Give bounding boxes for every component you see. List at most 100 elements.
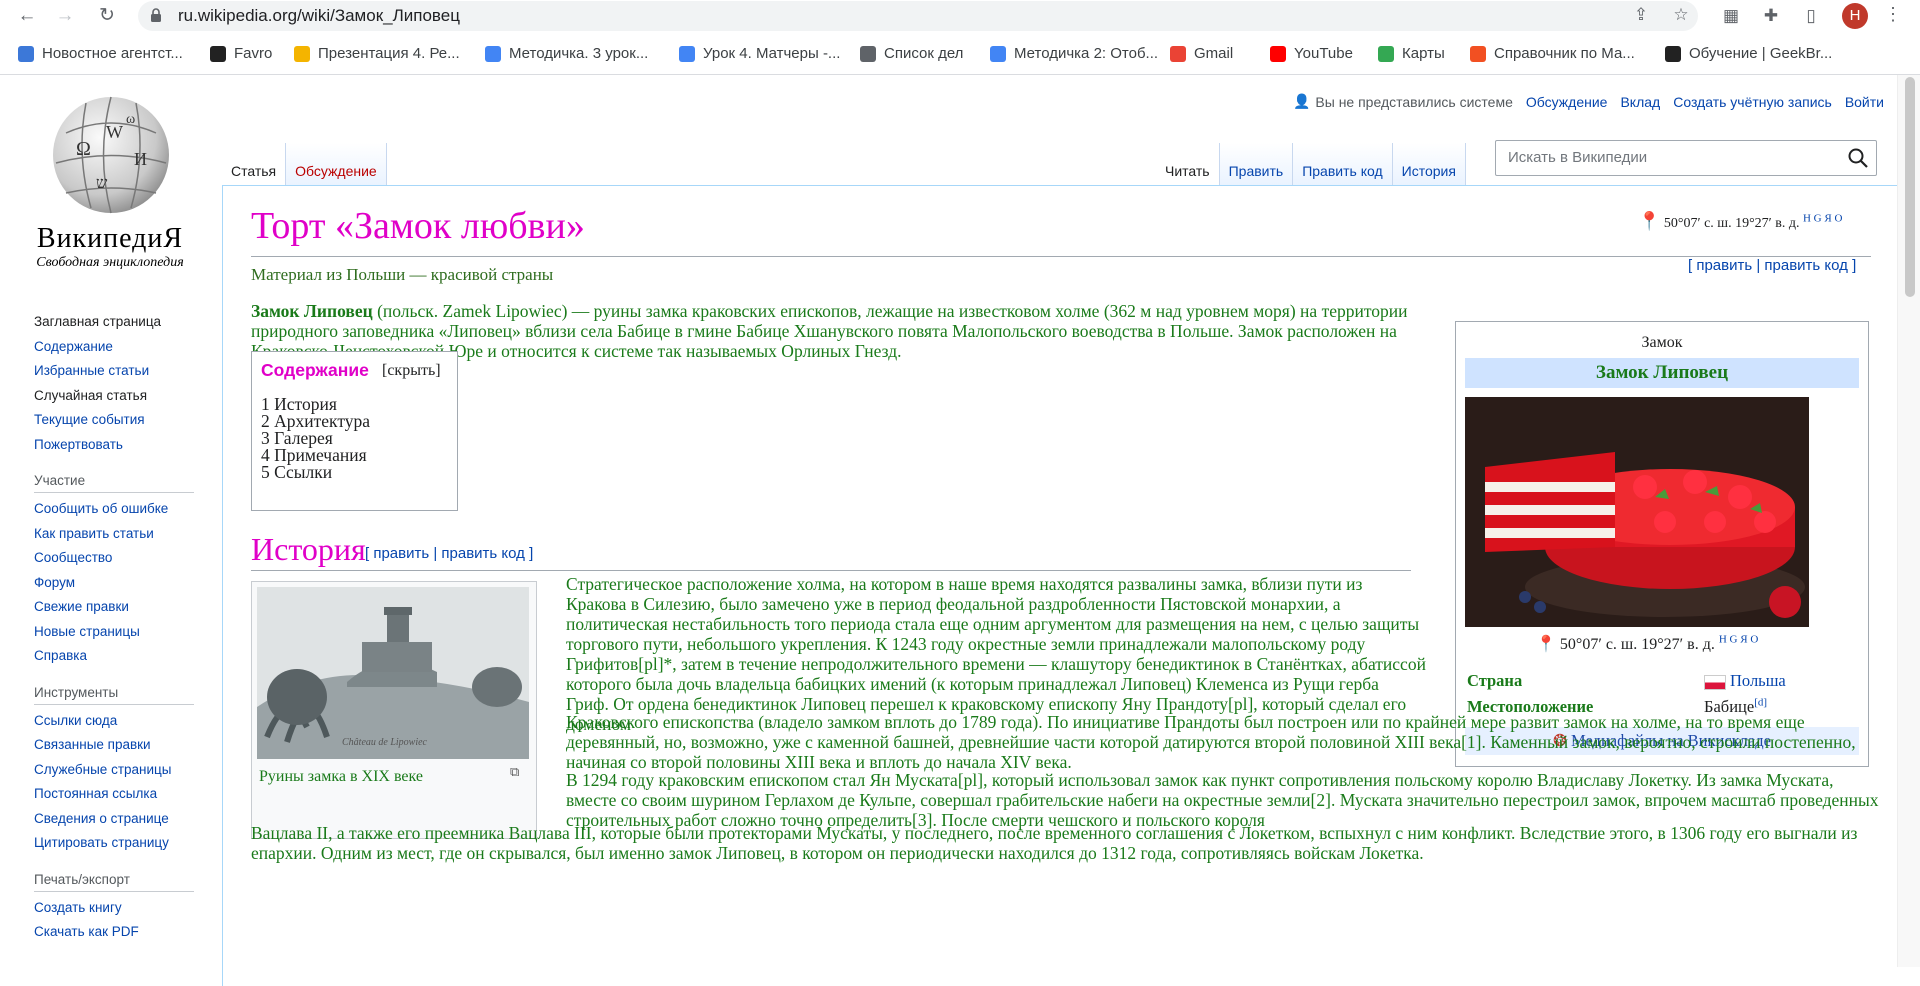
toc-item[interactable]: 5 Ссылки <box>261 462 332 483</box>
sidebar-tool-link[interactable]: Цитировать страницу <box>34 831 194 856</box>
bookmark-item[interactable]: Методичка 2: Отоб... <box>990 45 1158 62</box>
thumbnail: Château de Lipowiec Руины замка в XIX ве… <box>251 581 537 839</box>
contributions-link[interactable]: Вклад <box>1620 94 1660 110</box>
puzzle-globe-icon: Ω W И ש ω <box>53 96 169 214</box>
svg-text:Ω: Ω <box>76 138 91 160</box>
tab-history[interactable]: История <box>1392 143 1466 185</box>
bookmark-label: YouTube <box>1294 45 1353 62</box>
search-input[interactable] <box>1506 148 1830 167</box>
search-icon[interactable] <box>1846 146 1870 170</box>
tab-talk[interactable]: Обсуждение <box>286 143 387 185</box>
wikipedia-logo[interactable]: Ω W И ש ω ВикипедиЯ Свободная энциклопед… <box>30 93 190 270</box>
extensions-puzzle-icon[interactable]: ✚ <box>1759 4 1783 28</box>
bookmark-item[interactable]: Gmail <box>1170 45 1233 62</box>
infobox-country-value: Польша <box>1704 671 1786 691</box>
docs-icon <box>990 45 1006 62</box>
sidebar-nav-link[interactable]: Содержание <box>34 335 194 360</box>
sidebar-participation-link[interactable]: Новые страницы <box>34 620 194 645</box>
sidebar-nav-link[interactable]: Заглавная страница <box>34 310 194 335</box>
section-edit-links-text[interactable]: [ править | править код ] <box>365 545 533 562</box>
scrollbar-thumb[interactable] <box>1905 77 1915 297</box>
bookmark-label: Новостное агентст... <box>42 45 183 62</box>
bookmark-item[interactable]: Карты <box>1378 45 1445 62</box>
logo-wordmark: ВикипедиЯ <box>36 223 184 254</box>
page-scrollbar[interactable] <box>1897 75 1920 967</box>
bookmark-item[interactable]: Справочник по Ма... <box>1470 45 1635 62</box>
coordinates-top: 📍 50°07′ с. ш. 19°27′ в. д. H G Я O <box>1638 211 1842 232</box>
sidebar-participation-link[interactable]: Свежие правки <box>34 595 194 620</box>
bookmark-item[interactable]: Презентация 4. Ре... <box>294 45 460 62</box>
sidebar-tool-link[interactable]: Сведения о странице <box>34 807 194 832</box>
thumbnail-caption: Руины замка в XIX веке <box>259 768 423 785</box>
talk-link[interactable]: Обсуждение <box>1526 94 1608 110</box>
bookmark-label: Обучение | GeekBr... <box>1689 45 1833 62</box>
map-links[interactable]: H G Я O <box>1803 212 1842 224</box>
sidebar-nav-link[interactable]: Пожертвовать <box>34 433 194 458</box>
sidebar-tool-link[interactable]: Служебные страницы <box>34 758 194 783</box>
map-pin-icon[interactable]: 📍 <box>1536 636 1556 653</box>
infobox-country-label: Страна <box>1467 671 1523 690</box>
table-of-contents: Содержание [скрыть] 1 История 2 Архитект… <box>251 351 458 511</box>
side-panel-icon[interactable]: ▯ <box>1799 4 1823 28</box>
sidebar: Заглавная страница Содержание Избранные ст… <box>34 310 194 945</box>
infobox: Замок Замок Липовец 📍 50°07′ с. ш. 19°27… <box>1455 321 1869 767</box>
sidebar-participation-link[interactable]: Как править статьи <box>34 522 194 547</box>
qr-extension-icon[interactable]: ▦ <box>1719 4 1743 28</box>
bookmark-item[interactable]: Список дел <box>860 45 963 62</box>
bookmark-label: Методичка 2: Отоб... <box>1014 45 1159 62</box>
map-pin-icon[interactable]: 📍 <box>1638 211 1660 231</box>
bookmark-item[interactable]: YouTube <box>1270 45 1353 62</box>
bookmark-label: Gmail <box>1194 45 1234 62</box>
tab-edit[interactable]: Править <box>1219 143 1294 185</box>
sidebar-tool-link[interactable]: Ссылки сюда <box>34 709 194 734</box>
sidebar-heading-export: Печать/экспорт <box>34 872 194 892</box>
sidebar-tool-link[interactable]: Постоянная ссылка <box>34 782 194 807</box>
cake-image[interactable] <box>1465 397 1809 627</box>
sidebar-export-link[interactable]: Создать книгу <box>34 896 194 921</box>
castle-engraving-image[interactable]: Château de Lipowiec <box>257 587 529 759</box>
browser-toolbar: ← → ↻ ru.wikipedia.org/wiki/Замок_Липове… <box>0 0 1920 32</box>
forward-icon[interactable]: → <box>52 3 78 29</box>
bookmark-label: Карты <box>1402 45 1445 62</box>
sidebar-heading-tools: Инструменты <box>34 685 194 705</box>
tab-edit-source[interactable]: Править код <box>1293 143 1393 185</box>
infobox-map-links[interactable]: H G Я O <box>1719 634 1758 646</box>
sidebar-nav-link[interactable]: Случайная статья <box>34 384 194 409</box>
reload-icon[interactable]: ↻ <box>94 3 120 29</box>
infobox-coordinates: 📍 50°07′ с. ш. 19°27′ в. д. H G Я O <box>1536 634 1758 654</box>
edit-links-text[interactable]: [ править | править код ] <box>1688 257 1856 274</box>
bookmark-item[interactable]: Обучение | GeekBr... <box>1665 45 1832 62</box>
bookmark-item[interactable]: Методичка. 3 урок... <box>485 45 648 62</box>
sidebar-nav-link[interactable]: Избранные статьи <box>34 359 194 384</box>
location-ref[interactable]: [d] <box>1754 697 1767 709</box>
sidebar-participation-link[interactable]: Форум <box>34 571 194 596</box>
coordinates-text[interactable]: 50°07′ с. ш. 19°27′ в. д. <box>1664 216 1800 231</box>
sidebar-navigation: Заглавная страница Содержание Избранные ст… <box>34 310 194 457</box>
url-text[interactable]: ru.wikipedia.org/wiki/Замок_Липовец <box>178 6 460 26</box>
country-link[interactable]: Польша <box>1730 671 1786 690</box>
sidebar-nav-link[interactable]: Текущие события <box>34 408 194 433</box>
sidebar-participation-link[interactable]: Сообщить об ошибке <box>34 497 194 522</box>
profile-avatar[interactable]: Н <box>1842 3 1868 29</box>
infobox-coordinates-text[interactable]: 50°07′ с. ш. 19°27′ в. д. <box>1560 636 1715 653</box>
bookmark-item[interactable]: Favro <box>210 45 272 62</box>
share-icon[interactable]: ⇪ <box>1630 5 1652 25</box>
tab-read[interactable]: Читать <box>1156 143 1220 185</box>
enlarge-icon[interactable]: ⧉ <box>510 764 519 780</box>
svg-text:ש: ש <box>96 175 108 192</box>
sidebar-export-link[interactable]: Скачать как PDF <box>34 920 194 945</box>
more-menu-icon[interactable]: ⋮ <box>1884 4 1902 25</box>
maps-icon <box>1378 45 1394 62</box>
bookmark-item[interactable]: Новостное агентст... <box>18 45 183 62</box>
tab-article[interactable]: Статья <box>222 143 287 185</box>
sidebar-tool-link[interactable]: Связанные правки <box>34 733 194 758</box>
back-icon[interactable]: ← <box>14 3 40 29</box>
slides-icon <box>294 45 310 62</box>
bookmark-star-icon[interactable]: ☆ <box>1670 5 1692 25</box>
sidebar-participation-link[interactable]: Сообщество <box>34 546 194 571</box>
create-account-link[interactable]: Создать учётную запись <box>1673 94 1832 110</box>
bookmark-item[interactable]: Урок 4. Матчеры -... <box>679 45 840 62</box>
sidebar-participation-link[interactable]: Справка <box>34 644 194 669</box>
login-link[interactable]: Войти <box>1845 94 1884 110</box>
toc-hide-link[interactable]: [скрыть] <box>382 362 441 380</box>
